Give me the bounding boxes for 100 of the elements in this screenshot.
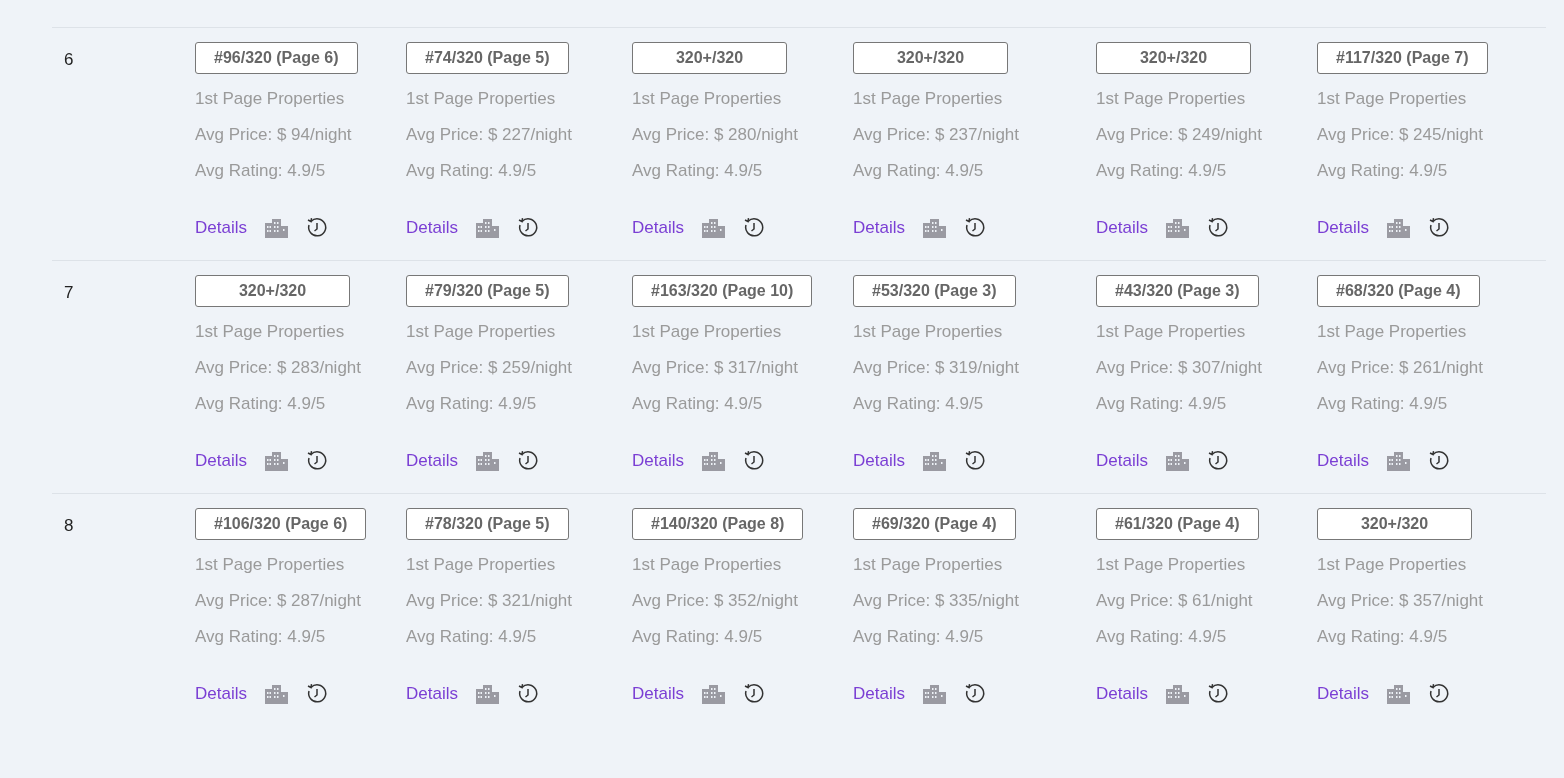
avg-price: Avg Price: $ 307/night: [1096, 357, 1262, 379]
properties-label: 1st Page Properties: [1096, 554, 1246, 576]
row-number: 6: [63, 49, 75, 71]
rank-badge: #140/320 (Page 8): [632, 508, 804, 540]
properties-label: 1st Page Properties: [195, 321, 345, 343]
history-clock-icon[interactable]: [963, 450, 986, 472]
details-link[interactable]: Details: [1317, 216, 1369, 240]
properties-label: 1st Page Properties: [632, 321, 782, 343]
details-link[interactable]: Details: [1096, 449, 1148, 473]
properties-label: 1st Page Properties: [853, 554, 1003, 576]
rank-badge: 320+/320: [632, 42, 787, 74]
history-clock-icon[interactable]: [1427, 683, 1450, 705]
avg-price: Avg Price: $ 94/night: [195, 124, 352, 146]
history-clock-icon[interactable]: [742, 683, 765, 705]
rank-badge: #79/320 (Page 5): [406, 275, 569, 307]
rank-badge: #78/320 (Page 5): [406, 508, 569, 540]
history-clock-icon[interactable]: [1206, 217, 1229, 239]
history-clock-icon[interactable]: [305, 683, 328, 705]
rank-badge: #106/320 (Page 6): [195, 508, 367, 540]
history-clock-icon[interactable]: [1427, 217, 1450, 239]
avg-price: Avg Price: $ 237/night: [853, 124, 1019, 146]
avg-rating: Avg Rating: 4.9/5: [853, 160, 984, 182]
details-link[interactable]: Details: [195, 449, 247, 473]
avg-rating: Avg Rating: 4.9/5: [1317, 393, 1448, 415]
history-clock-icon[interactable]: [963, 217, 986, 239]
details-link[interactable]: Details: [632, 216, 684, 240]
details-link[interactable]: Details: [195, 682, 247, 706]
properties-label: 1st Page Properties: [406, 321, 556, 343]
details-link[interactable]: Details: [1317, 449, 1369, 473]
rank-badge: 320+/320: [1096, 42, 1251, 74]
avg-price: Avg Price: $ 227/night: [406, 124, 572, 146]
avg-rating: Avg Rating: 4.9/5: [195, 626, 326, 648]
avg-price: Avg Price: $ 287/night: [195, 590, 361, 612]
details-link[interactable]: Details: [406, 449, 458, 473]
details-link[interactable]: Details: [853, 216, 905, 240]
avg-price: Avg Price: $ 335/night: [853, 590, 1019, 612]
avg-rating: Avg Rating: 4.9/5: [406, 626, 537, 648]
history-clock-icon[interactable]: [516, 450, 539, 472]
avg-price: Avg Price: $ 317/night: [632, 357, 798, 379]
avg-rating: Avg Rating: 4.9/5: [406, 160, 537, 182]
rank-badge: #61/320 (Page 4): [1096, 508, 1259, 540]
details-link[interactable]: Details: [1096, 682, 1148, 706]
history-clock-icon[interactable]: [305, 450, 328, 472]
avg-rating: Avg Rating: 4.9/5: [1317, 160, 1448, 182]
avg-rating: Avg Rating: 4.9/5: [632, 393, 763, 415]
avg-price: Avg Price: $ 259/night: [406, 357, 572, 379]
properties-label: 1st Page Properties: [1096, 321, 1246, 343]
history-clock-icon[interactable]: [516, 683, 539, 705]
properties-label: 1st Page Properties: [853, 321, 1003, 343]
properties-label: 1st Page Properties: [632, 554, 782, 576]
details-link[interactable]: Details: [853, 682, 905, 706]
avg-rating: Avg Rating: 4.9/5: [1096, 160, 1227, 182]
rank-badge: #117/320 (Page 7): [1317, 42, 1488, 74]
history-clock-icon[interactable]: [1206, 450, 1229, 472]
details-link[interactable]: Details: [632, 449, 684, 473]
rank-badge: #96/320 (Page 6): [195, 42, 358, 74]
details-link[interactable]: Details: [853, 449, 905, 473]
history-clock-icon[interactable]: [742, 217, 765, 239]
rank-badge: 320+/320: [1317, 508, 1472, 540]
details-link[interactable]: Details: [406, 682, 458, 706]
history-clock-icon[interactable]: [1427, 450, 1450, 472]
history-clock-icon[interactable]: [742, 450, 765, 472]
avg-rating: Avg Rating: 4.9/5: [853, 393, 984, 415]
history-clock-icon[interactable]: [516, 217, 539, 239]
avg-rating: Avg Rating: 4.9/5: [195, 393, 326, 415]
details-link[interactable]: Details: [1096, 216, 1148, 240]
details-link[interactable]: Details: [1317, 682, 1369, 706]
properties-label: 1st Page Properties: [195, 554, 345, 576]
properties-label: 1st Page Properties: [195, 88, 345, 110]
avg-price: Avg Price: $ 357/night: [1317, 590, 1483, 612]
avg-price: Avg Price: $ 280/night: [632, 124, 798, 146]
avg-price: Avg Price: $ 319/night: [853, 357, 1019, 379]
properties-label: 1st Page Properties: [406, 88, 556, 110]
avg-price: Avg Price: $ 61/night: [1096, 590, 1253, 612]
rank-badge: 320+/320: [853, 42, 1008, 74]
avg-rating: Avg Rating: 4.9/5: [1096, 393, 1227, 415]
details-link[interactable]: Details: [195, 216, 247, 240]
avg-price: Avg Price: $ 249/night: [1096, 124, 1262, 146]
properties-label: 1st Page Properties: [853, 88, 1003, 110]
row-number: 8: [63, 515, 75, 537]
avg-price: Avg Price: $ 261/night: [1317, 357, 1483, 379]
properties-label: 1st Page Properties: [406, 554, 556, 576]
avg-price: Avg Price: $ 245/night: [1317, 124, 1483, 146]
avg-rating: Avg Rating: 4.9/5: [632, 160, 763, 182]
avg-rating: Avg Rating: 4.9/5: [1317, 626, 1448, 648]
properties-label: 1st Page Properties: [1096, 88, 1246, 110]
details-link[interactable]: Details: [406, 216, 458, 240]
avg-rating: Avg Rating: 4.9/5: [632, 626, 763, 648]
row-number: 7: [63, 282, 75, 304]
avg-rating: Avg Rating: 4.9/5: [853, 626, 984, 648]
properties-label: 1st Page Properties: [1317, 554, 1467, 576]
history-clock-icon[interactable]: [963, 683, 986, 705]
properties-label: 1st Page Properties: [1317, 88, 1467, 110]
history-clock-icon[interactable]: [1206, 683, 1229, 705]
avg-rating: Avg Rating: 4.9/5: [195, 160, 326, 182]
details-link[interactable]: Details: [632, 682, 684, 706]
avg-rating: Avg Rating: 4.9/5: [1096, 626, 1227, 648]
avg-price: Avg Price: $ 352/night: [632, 590, 798, 612]
avg-rating: Avg Rating: 4.9/5: [406, 393, 537, 415]
history-clock-icon[interactable]: [305, 217, 328, 239]
